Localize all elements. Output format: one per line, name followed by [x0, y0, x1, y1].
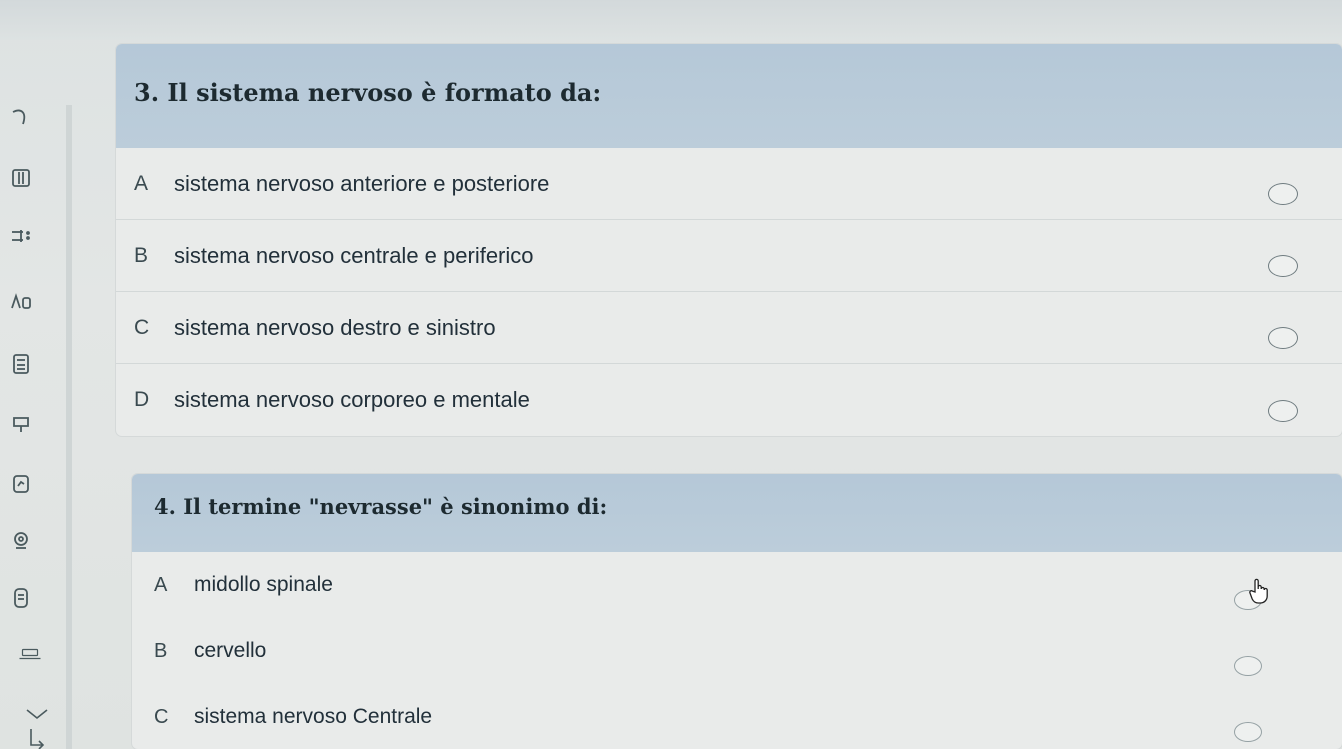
text-icon[interactable]: [4, 288, 38, 316]
undo-icon[interactable]: [4, 104, 38, 132]
hand-cursor-icon: [1248, 578, 1270, 604]
radio-button[interactable]: [1234, 656, 1262, 676]
option-letter: B: [134, 243, 149, 267]
question-title: 3. Il sistema nervoso è formato da:: [116, 44, 1342, 148]
answer-option-c[interactable]: C sistema nervoso Centrale: [132, 684, 1342, 749]
option-text: sistema nervoso Centrale: [194, 705, 433, 728]
radio-button[interactable]: [1268, 183, 1298, 205]
document-icon[interactable]: [4, 584, 38, 612]
radio-button[interactable]: [1268, 255, 1298, 277]
exit-icon[interactable]: [20, 726, 54, 749]
question-card-4: 4. Il termine "nevrasse" è sinonimo di: …: [132, 474, 1342, 749]
option-text: midollo spinale: [194, 573, 333, 596]
zoom-icon[interactable]: [4, 526, 38, 554]
question-title: 4. Il termine "nevrasse" è sinonimo di:: [132, 474, 1342, 552]
highlighter-icon[interactable]: [4, 410, 38, 438]
radio-button[interactable]: [1268, 327, 1298, 349]
option-letter: A: [154, 573, 168, 596]
answer-option-a[interactable]: A sistema nervoso anteriore e posteriore: [116, 148, 1342, 220]
answer-option-d[interactable]: D sistema nervoso corporeo e mentale: [116, 364, 1342, 436]
exam-screen: 3. Il sistema nervoso è formato da: A si…: [0, 0, 1342, 749]
keyboard-icon[interactable]: [10, 640, 50, 668]
option-letter: D: [134, 388, 150, 411]
list-icon[interactable]: [4, 222, 38, 250]
question-card-3: 3. Il sistema nervoso è formato da: A si…: [116, 44, 1342, 436]
answer-option-b[interactable]: B sistema nervoso centrale e periferico: [116, 220, 1342, 292]
answer-option-b[interactable]: B cervello: [132, 618, 1342, 684]
option-letter: C: [154, 705, 169, 728]
option-text: sistema nervoso corporeo e mentale: [174, 387, 530, 412]
note-icon[interactable]: [4, 470, 38, 498]
answer-option-a[interactable]: A midollo spinale: [132, 552, 1342, 618]
top-band: [0, 0, 1342, 40]
answer-option-c[interactable]: C sistema nervoso destro e sinistro: [116, 292, 1342, 364]
option-text: sistema nervoso destro e sinistro: [174, 314, 496, 340]
option-text: cervello: [194, 639, 267, 662]
radio-button[interactable]: [1234, 722, 1262, 742]
radio-button[interactable]: [1268, 400, 1298, 422]
option-text: sistema nervoso centrale e periferico: [174, 242, 534, 268]
option-text: sistema nervoso anteriore e posteriore: [174, 170, 550, 196]
tool-rail: [0, 0, 68, 749]
option-letter: C: [134, 315, 150, 339]
calculator-icon[interactable]: [4, 350, 38, 378]
option-letter: A: [134, 171, 149, 195]
pause-icon[interactable]: [4, 164, 38, 192]
option-letter: B: [154, 639, 168, 662]
rail-divider: [66, 105, 72, 749]
